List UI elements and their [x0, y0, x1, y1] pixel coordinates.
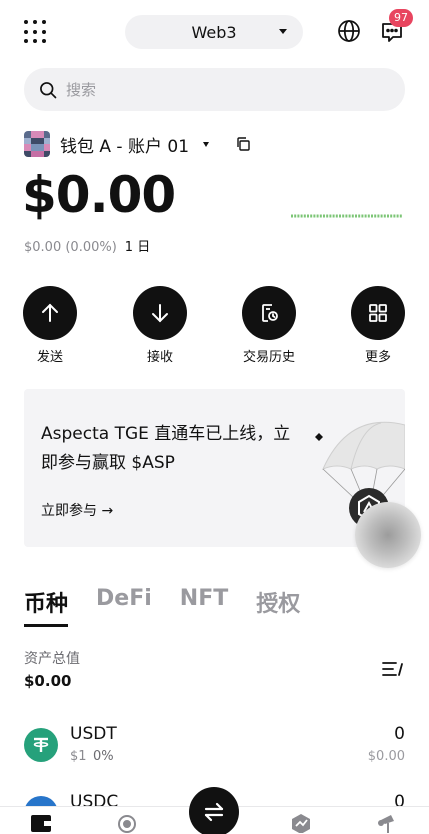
- balance-sparkline: [291, 214, 403, 218]
- history-icon: [262, 304, 278, 322]
- notification-badge: 97: [389, 9, 413, 27]
- search-input[interactable]: [66, 80, 366, 99]
- receive-label: 接收: [146, 350, 173, 365]
- top-bar: Web3 97: [0, 9, 429, 50]
- quick-actions: 发送 接收 交易历史 更多: [0, 286, 429, 366]
- sort-filter-icon[interactable]: [382, 660, 404, 678]
- send-button[interactable]: 发送: [10, 286, 90, 365]
- apps-grid-icon[interactable]: [24, 20, 48, 44]
- token-symbol: USDT: [70, 724, 117, 744]
- send-label: 发送: [36, 350, 63, 365]
- tab-nft[interactable]: NFT: [180, 586, 228, 630]
- tab-tokens[interactable]: 币种: [24, 586, 69, 630]
- copy-icon[interactable]: [235, 136, 251, 152]
- network-selector[interactable]: Web3: [125, 15, 303, 49]
- floating-assistive-button[interactable]: [355, 502, 421, 568]
- asset-total-value: $0.00: [24, 672, 72, 690]
- balance-change-row: $0.00 (0.00%) 1 日: [24, 236, 150, 255]
- discover-icon[interactable]: [116, 813, 138, 833]
- more-grid-icon: [369, 304, 387, 322]
- earn-icon[interactable]: [376, 813, 398, 833]
- tether-icon: [24, 728, 58, 762]
- tab-approvals[interactable]: 授权: [256, 586, 300, 630]
- swap-button[interactable]: [189, 787, 239, 834]
- history-button[interactable]: 交易历史: [229, 286, 309, 365]
- more-label: 更多: [364, 350, 391, 365]
- arrow-down-icon: [152, 304, 168, 323]
- wallet-selector[interactable]: 钱包 A - 账户 01: [24, 130, 251, 158]
- globe-icon[interactable]: [337, 19, 361, 43]
- token-price: $1: [70, 749, 87, 764]
- more-button[interactable]: 更多: [338, 286, 418, 365]
- token-amount: 0: [394, 724, 405, 744]
- history-label: 交易历史: [242, 350, 295, 365]
- total-balance: $0.00: [22, 166, 176, 224]
- swap-icon: [204, 802, 224, 822]
- wallet-name: 钱包 A - 账户 01: [60, 136, 190, 157]
- banner-text: Aspecta TGE 直通车已上线，立即参与赢取 $ASP: [41, 424, 291, 473]
- token-row[interactable]: USDT $1 0% 0 $0.00: [24, 724, 405, 768]
- token-value: $0.00: [367, 749, 405, 764]
- promo-banner[interactable]: Aspecta TGE 直通车已上线，立即参与赢取 $ASP 立即参与 →: [24, 389, 405, 547]
- search-icon: [40, 81, 57, 98]
- chevron-down-icon: [279, 29, 287, 34]
- wallet-icon[interactable]: [30, 813, 52, 833]
- receive-button[interactable]: 接收: [120, 286, 200, 365]
- market-icon[interactable]: [290, 813, 312, 833]
- banner-cta[interactable]: 立即参与 →: [41, 500, 113, 520]
- arrow-up-icon: [42, 303, 58, 322]
- period-selector[interactable]: 1 日: [125, 240, 150, 255]
- asset-total-label: 资产总值: [24, 651, 80, 667]
- wallet-avatar: [24, 131, 50, 157]
- balance-change: $0.00 (0.00%): [24, 240, 117, 255]
- search-bar[interactable]: [24, 68, 405, 111]
- network-label: Web3: [191, 22, 237, 42]
- token-change: 0%: [93, 749, 114, 764]
- tab-defi[interactable]: DeFi: [96, 586, 152, 630]
- asset-tabs: 币种 DeFi NFT 授权: [24, 586, 328, 630]
- chevron-down-icon[interactable]: [203, 141, 210, 147]
